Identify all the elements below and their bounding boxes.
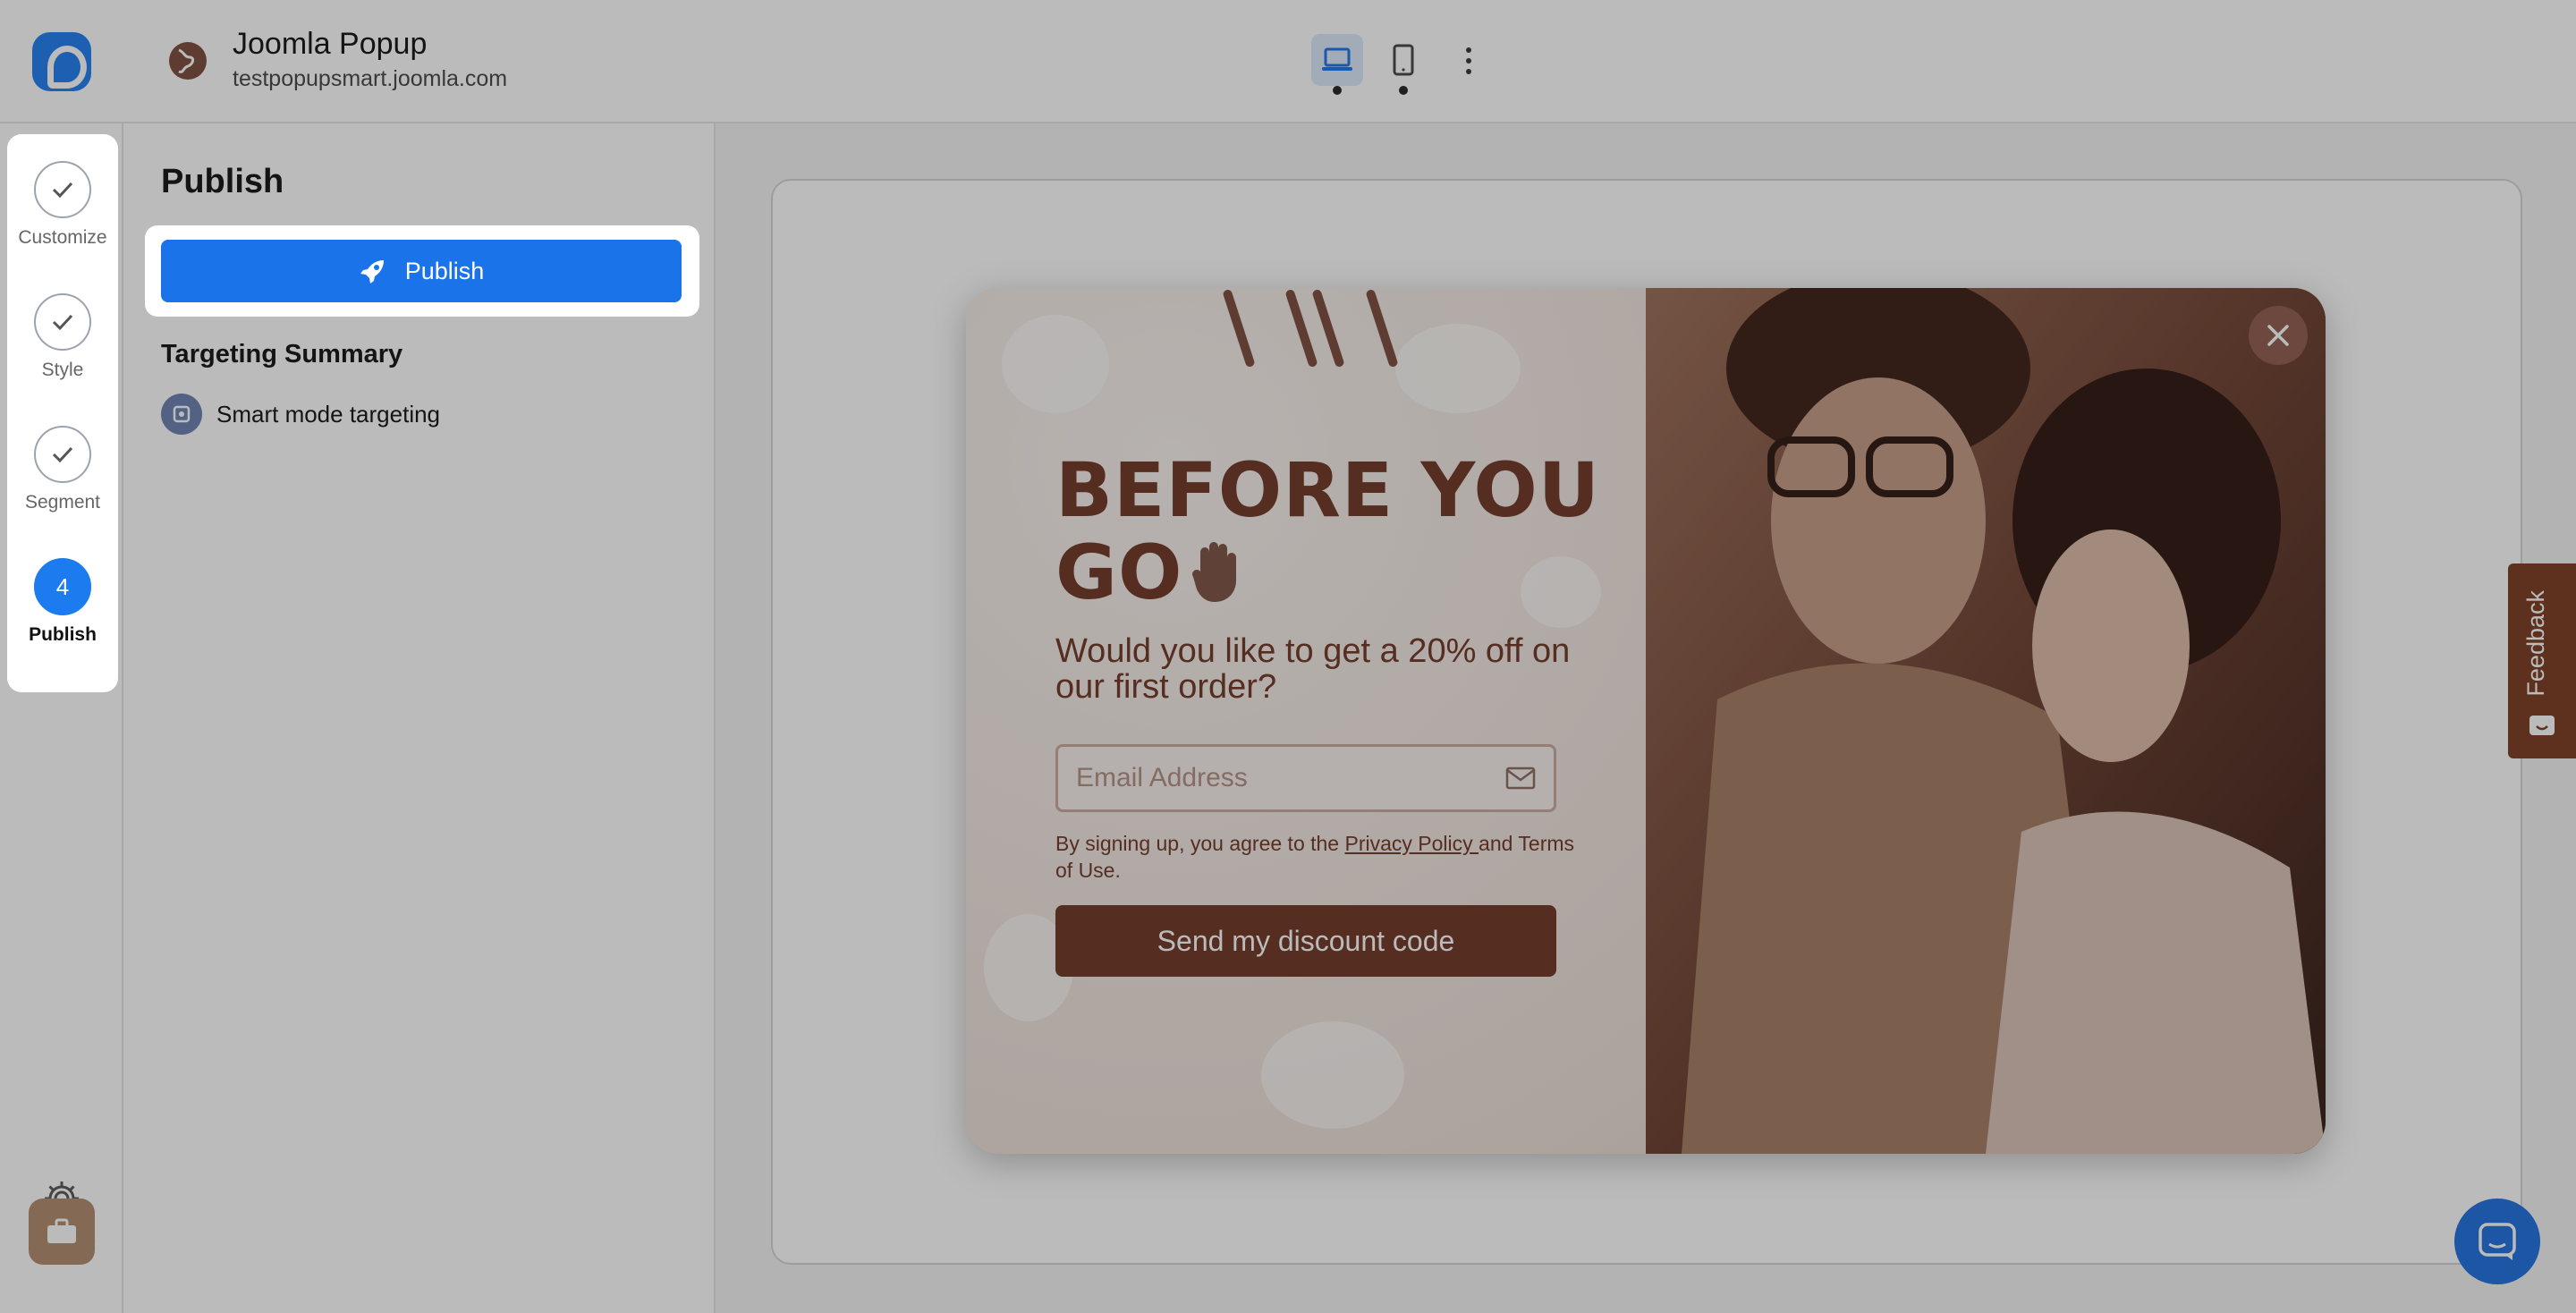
decorative-stroke bbox=[1222, 288, 1256, 368]
popup-preview: BEFORE YOU GO Would you like to get a 20… bbox=[966, 288, 2326, 1154]
site-domain: testpopupsmart.joomla.com bbox=[233, 66, 508, 91]
step-label: Style bbox=[41, 360, 84, 380]
close-icon bbox=[2267, 325, 2289, 346]
headline-line-2: GO bbox=[1055, 531, 1600, 614]
headline-line-1: BEFORE YOU bbox=[1055, 446, 1600, 534]
popup-close-button[interactable] bbox=[2249, 306, 2308, 365]
publish-button-label: Publish bbox=[404, 257, 485, 284]
step-label: Publish bbox=[29, 624, 97, 645]
rocket-icon bbox=[360, 260, 384, 284]
smart-mode-icon bbox=[161, 394, 202, 435]
popup-content: BEFORE YOU GO Would you like to get a 20… bbox=[966, 288, 1646, 1154]
decorative-splash bbox=[1261, 1021, 1404, 1129]
chat-icon bbox=[2479, 1223, 2516, 1260]
step-publish[interactable]: 4 Publish bbox=[7, 558, 118, 646]
email-field[interactable] bbox=[1055, 744, 1556, 812]
check-icon bbox=[52, 314, 73, 331]
step-style[interactable]: Style bbox=[7, 293, 118, 381]
check-icon bbox=[52, 446, 73, 463]
targeting-summary-title: Targeting Summary bbox=[161, 340, 403, 368]
publish-highlight: Publish bbox=[145, 225, 699, 317]
desktop-indicator-dot bbox=[1333, 86, 1342, 95]
chat-smile-icon bbox=[2529, 716, 2555, 735]
couple-photo bbox=[1646, 288, 2326, 1154]
step-customize[interactable]: Customize bbox=[7, 161, 118, 249]
decorative-stroke bbox=[1311, 288, 1345, 368]
mobile-preview-button[interactable] bbox=[1377, 34, 1429, 86]
targeting-item-smart-mode[interactable]: Smart mode targeting bbox=[161, 394, 440, 435]
step-complete-check bbox=[34, 426, 91, 483]
feedback-tab[interactable]: Feedback bbox=[2508, 563, 2576, 758]
desktop-preview-button[interactable] bbox=[1311, 34, 1363, 86]
workspace-button[interactable] bbox=[29, 1199, 95, 1265]
panel-title: Publish bbox=[161, 163, 284, 200]
legal-prefix: By signing up, you agree to the bbox=[1055, 832, 1345, 855]
decorative-stroke bbox=[1284, 288, 1318, 368]
check-icon bbox=[52, 182, 73, 199]
step-complete-check bbox=[34, 161, 91, 218]
popup-headline: BEFORE YOU GO bbox=[1055, 449, 1600, 614]
publish-button[interactable]: Publish bbox=[161, 240, 682, 302]
headline-line-2-text: GO bbox=[1055, 529, 1183, 616]
globe-icon bbox=[169, 42, 207, 80]
step-label: Segment bbox=[24, 492, 101, 512]
mail-icon bbox=[1505, 767, 1536, 790]
step-navigator: Customize Style Segment 4 Publish bbox=[7, 134, 118, 692]
popup-title: Joomla Popup bbox=[233, 27, 428, 61]
live-chat-button[interactable] bbox=[2454, 1199, 2540, 1284]
popup-fashion-image bbox=[1646, 288, 2326, 1154]
step-number: 4 bbox=[34, 558, 91, 615]
step-complete-check bbox=[34, 293, 91, 351]
popupsmart-logo[interactable] bbox=[32, 32, 91, 91]
decorative-splash bbox=[1395, 324, 1521, 413]
targeting-item-label: Smart mode targeting bbox=[216, 400, 441, 428]
step-label: Customize bbox=[18, 227, 107, 248]
raised-hand-icon bbox=[1192, 542, 1237, 602]
privacy-policy-link[interactable]: Privacy Policy bbox=[1345, 832, 1479, 855]
phone-icon bbox=[1393, 44, 1414, 76]
popup-subheadline: Would you like to get a 20% off on our f… bbox=[1055, 632, 1571, 706]
laptop-icon bbox=[1322, 47, 1352, 71]
top-bar: Joomla Popup testpopupsmart.joomla.com bbox=[0, 0, 2576, 123]
feedback-label: Feedback bbox=[2522, 590, 2549, 697]
more-options-icon[interactable] bbox=[1460, 45, 1478, 77]
step-segment[interactable]: Segment bbox=[7, 426, 118, 513]
email-input[interactable] bbox=[1076, 747, 1496, 809]
decorative-stroke bbox=[1365, 288, 1399, 368]
decorative-splash bbox=[1002, 315, 1109, 413]
legal-text: By signing up, you agree to the Privacy … bbox=[1055, 830, 1592, 884]
briefcase-icon bbox=[47, 1218, 76, 1243]
send-discount-code-button[interactable]: Send my discount code bbox=[1055, 905, 1556, 977]
mobile-indicator-dot bbox=[1399, 86, 1408, 95]
